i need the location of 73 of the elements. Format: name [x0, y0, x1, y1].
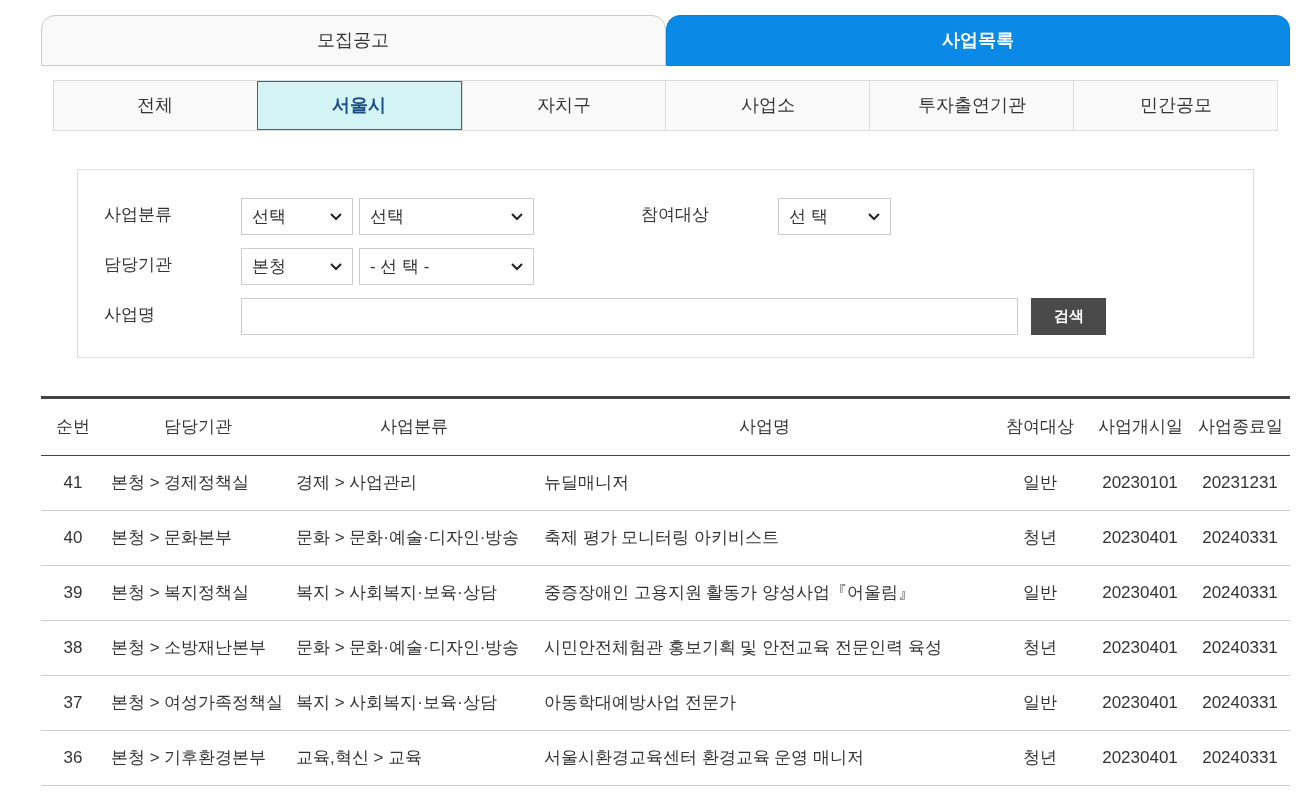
dropdown[interactable]: 본청: [241, 248, 353, 285]
table-cell: 본청 > 문화본부: [105, 510, 290, 566]
table-cell: 41: [41, 455, 105, 511]
field-label: 사업분류: [104, 204, 173, 226]
table-cell: 청년: [990, 730, 1090, 786]
field-label: 담당기관: [104, 254, 173, 276]
sub-tab[interactable]: 사업소: [665, 81, 870, 130]
table-cell: 본청 > 소방재난본부: [105, 620, 290, 676]
table-cell: 20240331: [1190, 730, 1290, 786]
chevron-icon: [868, 212, 880, 221]
table-cell: 교육,혁신 > 교육: [290, 730, 538, 786]
column-header: 사업종료일: [1190, 397, 1290, 456]
sub-tab[interactable]: 민간공모: [1073, 81, 1277, 130]
table-cell: 서울시환경교육센터 환경교육 운영 매니저: [538, 730, 990, 786]
table-cell: 복지 > 사회복지·보육·상담: [290, 675, 538, 731]
column-header: 순번: [41, 397, 105, 456]
column-header: 사업개시일: [1090, 397, 1190, 456]
sub-tab[interactable]: 서울시: [256, 81, 462, 130]
table-cell: 아동학대예방사업 전문가: [538, 675, 990, 731]
search-button[interactable]: 검색: [1031, 298, 1106, 335]
tab[interactable]: 사업목록: [665, 15, 1290, 66]
column-header: 사업명: [538, 397, 990, 456]
table-cell: 20231231: [1190, 455, 1290, 511]
table-cell: 본청 > 기후환경본부: [105, 730, 290, 786]
sub-tab[interactable]: 투자출연기관: [869, 81, 1074, 130]
table-cell: 39: [41, 565, 105, 621]
chevron-icon: [330, 262, 342, 271]
column-header: 참여대상: [990, 397, 1090, 456]
chevron-icon: [511, 262, 523, 271]
table-cell: 청년: [990, 620, 1090, 676]
chevron-icon: [511, 212, 523, 221]
dropdown[interactable]: 선택: [241, 198, 353, 235]
table-cell: 38: [41, 620, 105, 676]
table-cell: 20240331: [1190, 565, 1290, 621]
table-cell: 본청 > 여성가족정책실: [105, 675, 290, 731]
table-cell: 본청 > 복지정책실: [105, 565, 290, 621]
column-header: 사업분류: [290, 397, 538, 456]
tab[interactable]: 모집공고: [41, 15, 666, 66]
table-cell: 복지 > 사회복지·보육·상담: [290, 565, 538, 621]
table-cell: 축제 평가 모니터링 아키비스트: [538, 510, 990, 566]
table-cell: 20230401: [1090, 565, 1190, 621]
table-cell: 20230401: [1090, 620, 1190, 676]
table-cell: 본청 > 경제정책실: [105, 455, 290, 511]
table-cell: 문화 > 문화·예술·디자인·방송: [290, 510, 538, 566]
table-cell: 뉴딜매니저: [538, 455, 990, 511]
dropdown[interactable]: 선택: [359, 198, 534, 235]
table-cell: 20230401: [1090, 510, 1190, 566]
table-cell: 중증장애인 고용지원 활동가 양성사업『어울림』: [538, 565, 990, 621]
table-cell: 20240331: [1190, 510, 1290, 566]
table-cell: 20240331: [1190, 620, 1290, 676]
table-cell: 37: [41, 675, 105, 731]
column-header: 담당기관: [105, 397, 290, 456]
table-cell: 20230401: [1090, 675, 1190, 731]
dropdown[interactable]: - 선 택 -: [359, 248, 534, 285]
table-cell: 일반: [990, 675, 1090, 731]
table-cell: 일반: [990, 565, 1090, 621]
table-cell: 36: [41, 730, 105, 786]
dropdown[interactable]: 선 택: [778, 198, 891, 235]
table-cell: 경제 > 사업관리: [290, 455, 538, 511]
table-cell: 청년: [990, 510, 1090, 566]
table-cell: 40: [41, 510, 105, 566]
sub-tab[interactable]: 자치구: [461, 81, 666, 130]
table-cell: 20240331: [1190, 675, 1290, 731]
table-cell: 20230101: [1090, 455, 1190, 511]
table-cell: 일반: [990, 455, 1090, 511]
field-label: 참여대상: [641, 204, 710, 226]
field-label: 사업명: [104, 304, 156, 326]
chevron-icon: [330, 212, 342, 221]
table-cell: 시민안전체험관 홍보기획 및 안전교육 전문인력 육성: [538, 620, 990, 676]
table-cell: 문화 > 문화·예술·디자인·방송: [290, 620, 538, 676]
table-cell: 20230401: [1090, 730, 1190, 786]
sub-tab[interactable]: 전체: [54, 81, 257, 130]
search-field[interactable]: [241, 298, 1018, 335]
